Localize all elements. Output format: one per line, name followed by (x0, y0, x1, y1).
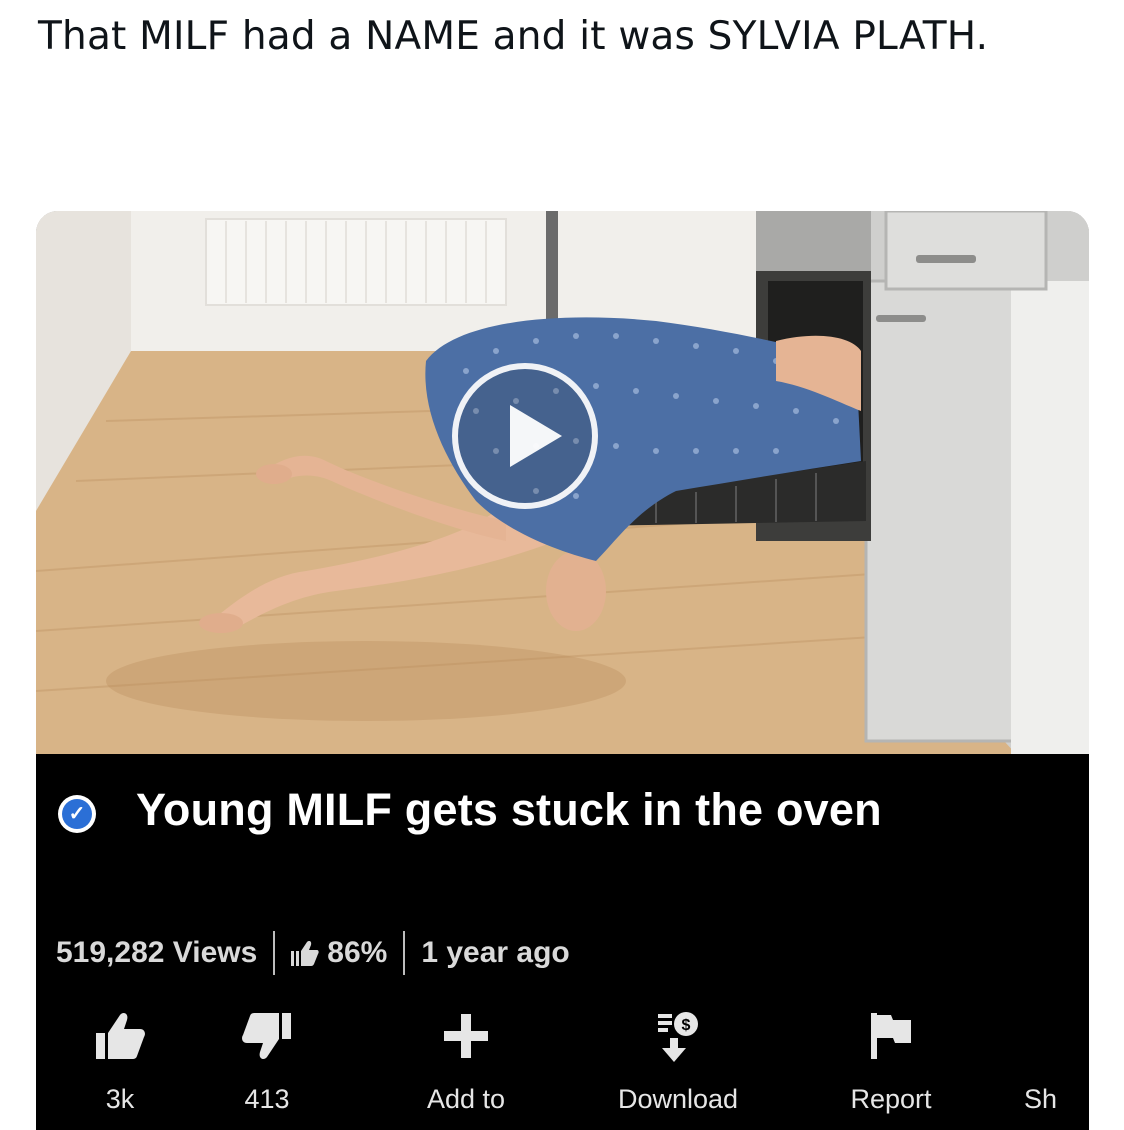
verified-badge: ✓ (58, 795, 96, 833)
video-title[interactable]: Young MILF gets stuck in the oven (136, 784, 882, 836)
checkmark-verified-icon: ✓ (62, 799, 92, 829)
download-button[interactable]: $ Download (593, 1004, 763, 1115)
divider (403, 931, 406, 975)
dislike-count: 413 (244, 1084, 290, 1114)
share-icon (1024, 1011, 1044, 1061)
plus-icon (444, 1014, 488, 1058)
video-info-panel: ✓ Young MILF gets stuck in the oven 519,… (36, 754, 1089, 1130)
tweet-text: That MILF had a NAME and it was SYLVIA P… (38, 14, 989, 59)
report-label: Report (850, 1084, 932, 1114)
thumbs-up-icon (96, 1012, 145, 1059)
video-card[interactable]: ✓ Young MILF gets stuck in the oven 519,… (36, 211, 1089, 1130)
add-to-label: Add to (426, 1084, 506, 1114)
like-count: 3k (105, 1084, 135, 1114)
action-bar: 3k 413 Add to $ Download Report Sh (36, 1004, 1089, 1124)
play-icon (510, 405, 562, 467)
report-button[interactable]: Report (806, 1004, 976, 1115)
view-count: 519,282 Views (56, 936, 258, 969)
flag-icon (871, 1013, 911, 1059)
play-button[interactable] (452, 363, 598, 509)
share-label: Sh (1024, 1084, 1058, 1114)
video-thumbnail[interactable] (36, 211, 1089, 754)
thumbs-down-icon (242, 1013, 291, 1060)
download-money-icon: $ (658, 1012, 698, 1062)
upload-age: 1 year ago (421, 936, 570, 969)
download-label: Download (617, 1084, 739, 1114)
share-button[interactable]: Sh (1024, 1004, 1089, 1115)
divider (273, 931, 276, 975)
like-ratio: 86% (327, 936, 388, 969)
add-to-button[interactable]: Add to (381, 1004, 551, 1115)
svg-text:$: $ (682, 1017, 691, 1034)
video-stats-row: 519,282 Views 86% 1 year ago (56, 930, 570, 976)
like-button[interactable]: 3k (36, 1004, 205, 1115)
thumbs-up-small-icon (291, 941, 319, 966)
dislike-button[interactable]: 413 (182, 1004, 352, 1115)
